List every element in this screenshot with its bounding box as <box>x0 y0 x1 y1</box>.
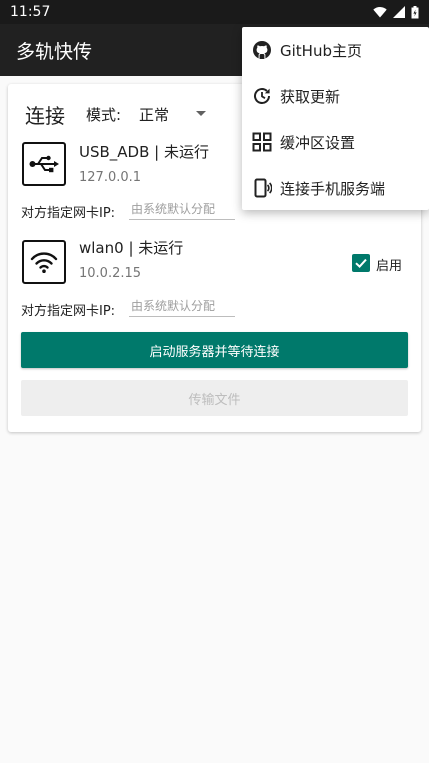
grid-icon <box>252 132 272 152</box>
transfer-file-button[interactable]: 传输文件 <box>21 380 408 416</box>
menu-label-connect-phone: 连接手机服务端 <box>280 179 386 198</box>
app-title: 多轨快传 <box>16 40 93 63</box>
usb-interface-ip: 127.0.0.1 <box>79 170 142 185</box>
menu-item-github[interactable]: GitHub主页 <box>242 27 429 73</box>
dropdown-arrow-icon <box>196 111 206 116</box>
enable-label: 启用 <box>376 259 403 274</box>
wlan-nic-label: 对方指定网卡IP: <box>21 304 116 319</box>
menu-item-connect-phone[interactable]: 连接手机服务端 <box>242 165 429 211</box>
menu-label-update: 获取更新 <box>280 87 341 106</box>
wlan-nic-input[interactable] <box>129 295 235 317</box>
wlan-interface-name: wlan0 | 未运行 <box>79 239 184 257</box>
wifi-icon <box>22 240 66 284</box>
mode-select[interactable]: 正常 <box>139 102 219 126</box>
menu-item-buffer-settings[interactable]: 缓冲区设置 <box>242 119 429 165</box>
mode-label: 模式: <box>86 106 122 124</box>
status-time: 11:57 <box>10 4 51 20</box>
start-server-button[interactable]: 启动服务器并等待连接 <box>21 332 408 368</box>
wlan-interface-ip: 10.0.2.15 <box>79 266 142 281</box>
usb-nic-label: 对方指定网卡IP: <box>21 206 116 221</box>
update-icon <box>252 86 272 106</box>
status-icons <box>373 5 419 19</box>
mode-value: 正常 <box>139 105 170 124</box>
menu-item-update[interactable]: 获取更新 <box>242 73 429 119</box>
enable-checkbox[interactable] <box>352 254 370 272</box>
signal-icon <box>393 6 405 18</box>
wifi-icon <box>373 6 387 18</box>
phone-connect-icon <box>252 178 272 198</box>
usb-interface-name: USB_ADB | 未运行 <box>79 143 209 161</box>
status-bar: 11:57 <box>0 0 429 24</box>
usb-icon <box>22 142 66 186</box>
menu-label-github: GitHub主页 <box>280 41 362 60</box>
github-icon <box>252 40 272 60</box>
menu-label-buffer-settings: 缓冲区设置 <box>280 133 356 152</box>
overflow-menu: GitHub主页 获取更新 缓冲区设置 连接手机服务端 <box>242 27 429 210</box>
connect-title: 连接 <box>25 104 65 128</box>
battery-icon <box>411 5 419 19</box>
usb-nic-input[interactable] <box>129 198 235 220</box>
